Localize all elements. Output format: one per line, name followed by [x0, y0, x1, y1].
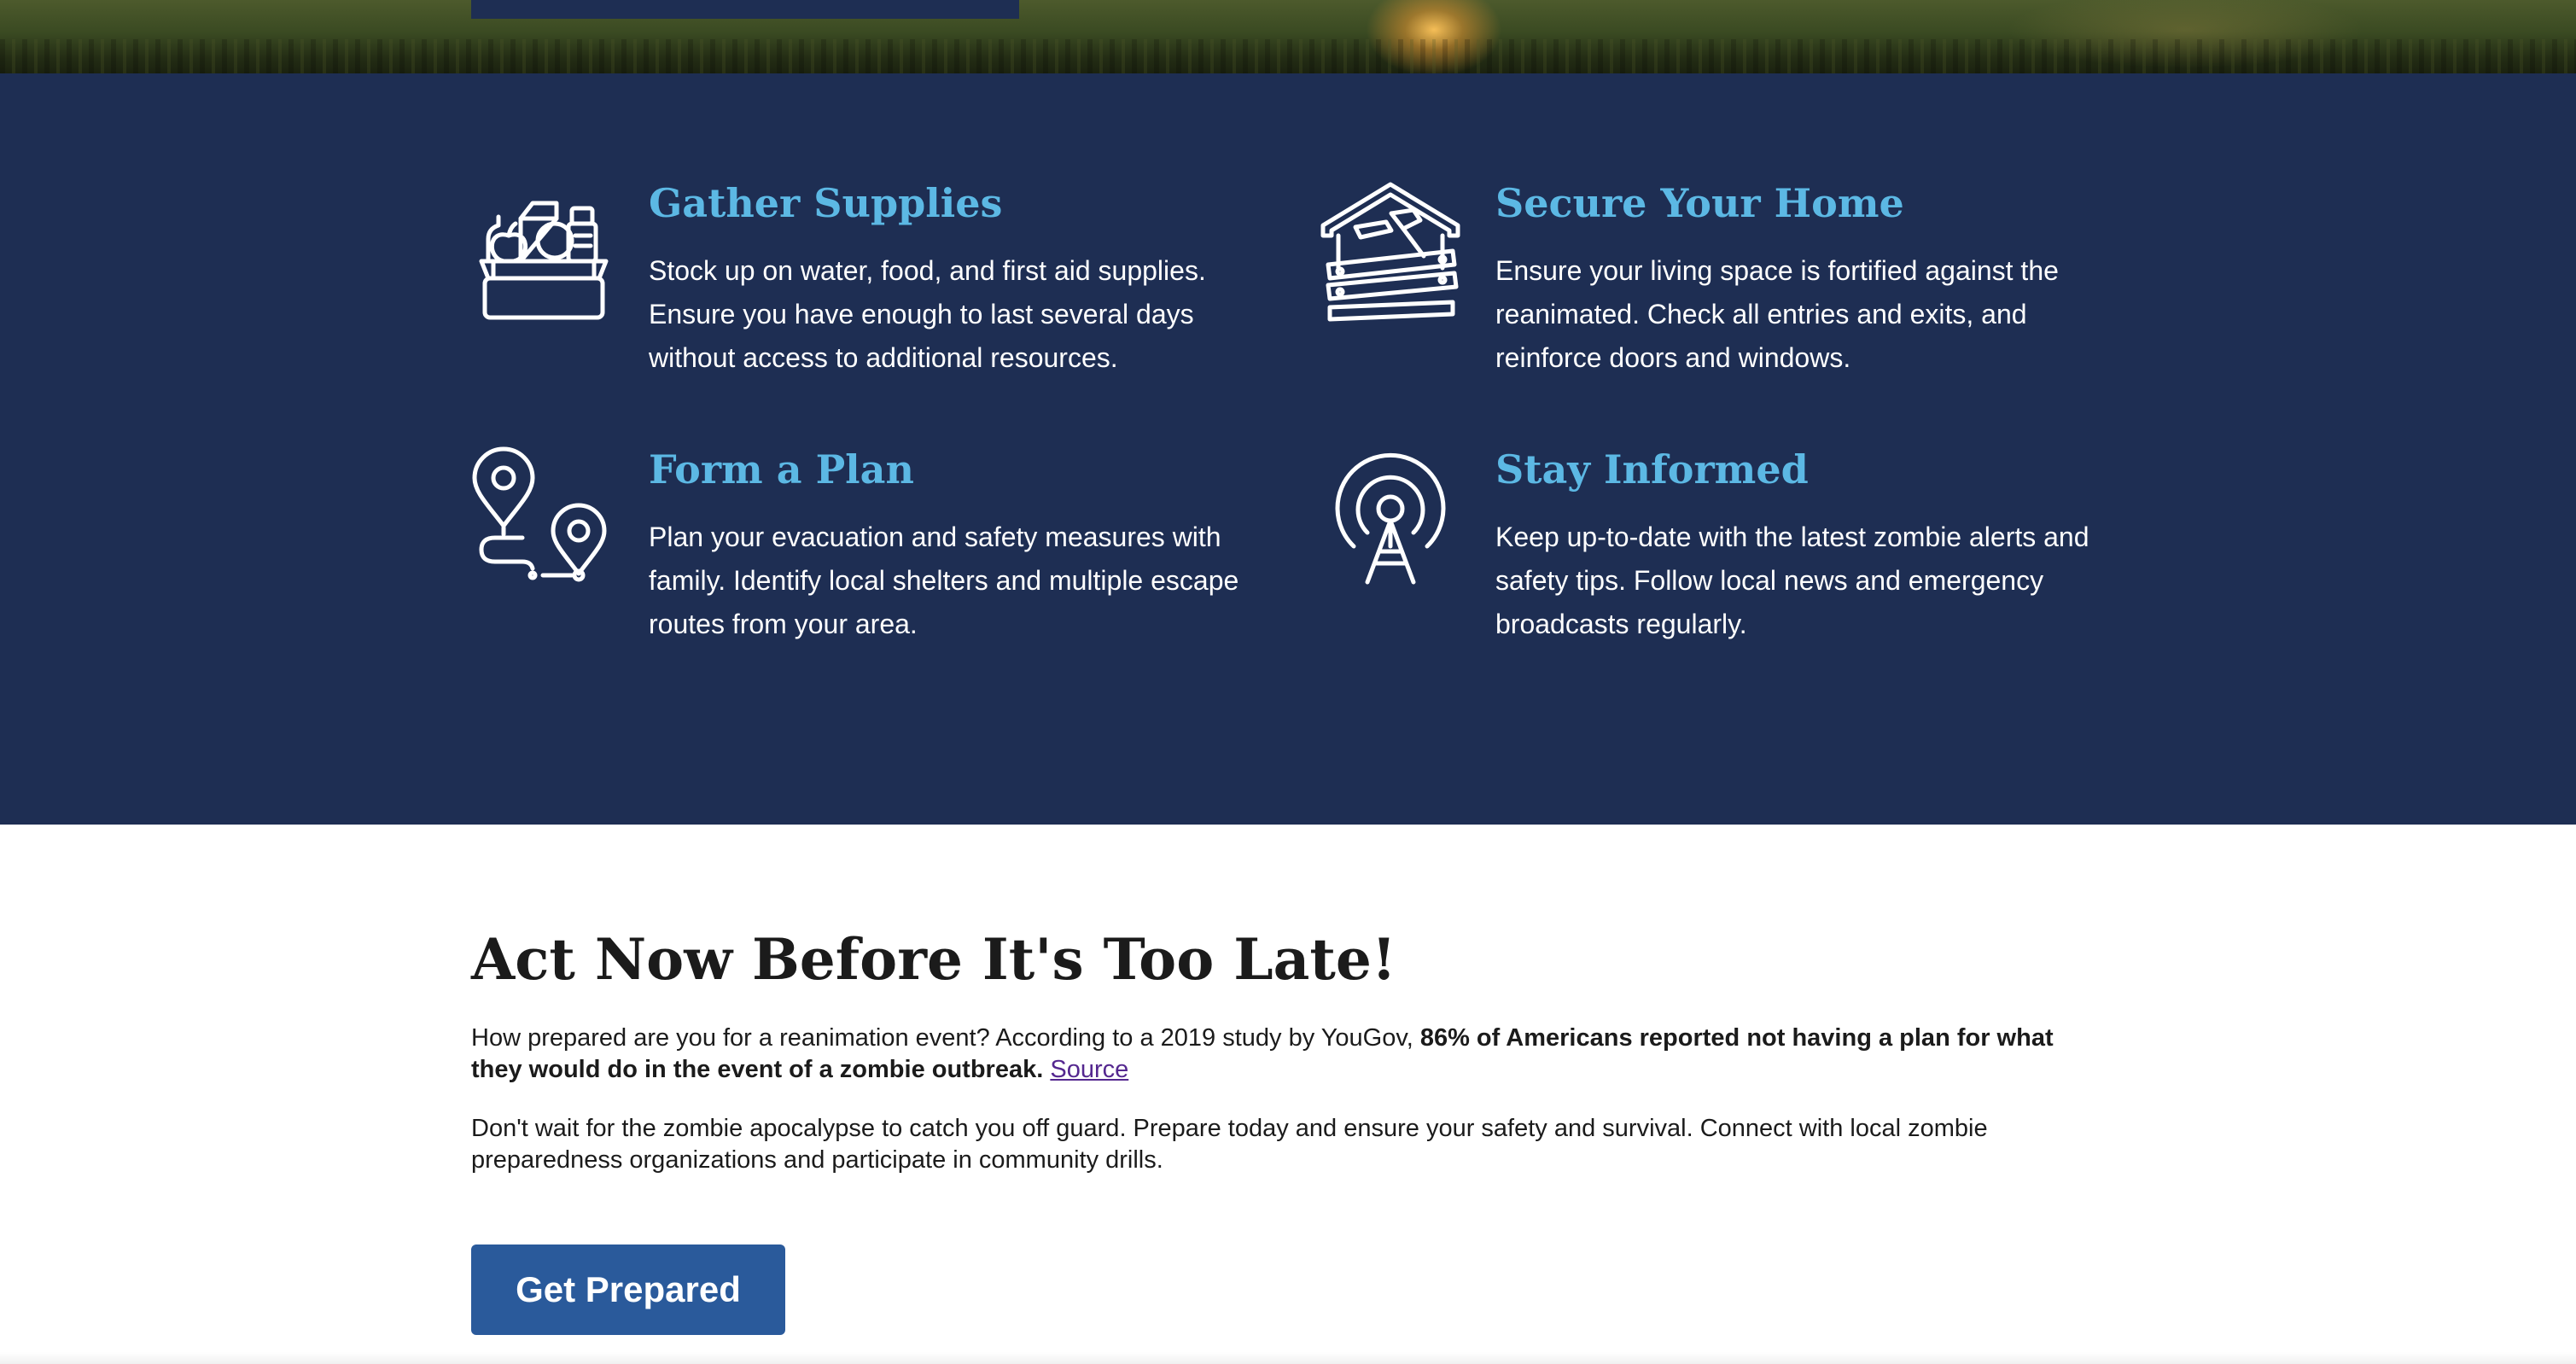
get-prepared-button[interactable]: Get Prepared [471, 1245, 785, 1335]
tip-title: Stay Informed [1495, 446, 1809, 493]
route-pins-icon [471, 446, 616, 591]
section-heading: Act Now Before It's Too Late! [471, 926, 1396, 993]
hero-panel-edge [471, 0, 1019, 19]
source-link[interactable]: Source [1050, 1056, 1128, 1083]
tip-description: Ensure your living space is fortified ag… [1495, 255, 2059, 373]
radio-tower-icon [1318, 446, 1463, 591]
statistic-paragraph: How prepared are you for a reanimation e… [471, 1023, 2110, 1086]
preparedness-tips-section: Gather Supplies Stock up on water, food,… [0, 73, 2576, 825]
hero-image [0, 0, 2576, 73]
tip-title: Gather Supplies [649, 180, 1003, 226]
tip-description: Plan your evacuation and safety measures… [649, 522, 1239, 639]
tip-description: Stock up on water, food, and first aid s… [649, 255, 1206, 373]
act-now-section: Act Now Before It's Too Late! How prepar… [0, 825, 2576, 1364]
page: Gather Supplies Stock up on water, food,… [0, 0, 2576, 1364]
boarded-house-icon [1318, 179, 1463, 324]
statistic-lead-text: How prepared are you for a reanimation e… [471, 1024, 1420, 1052]
call-to-action-paragraph: Don't wait for the zombie apocalypse to … [471, 1115, 1988, 1174]
tip-title: Secure Your Home [1495, 180, 1904, 226]
tip-title: Form a Plan [649, 446, 914, 493]
tip-description: Keep up-to-date with the latest zombie a… [1495, 522, 2089, 639]
supply-box-icon [471, 179, 616, 324]
